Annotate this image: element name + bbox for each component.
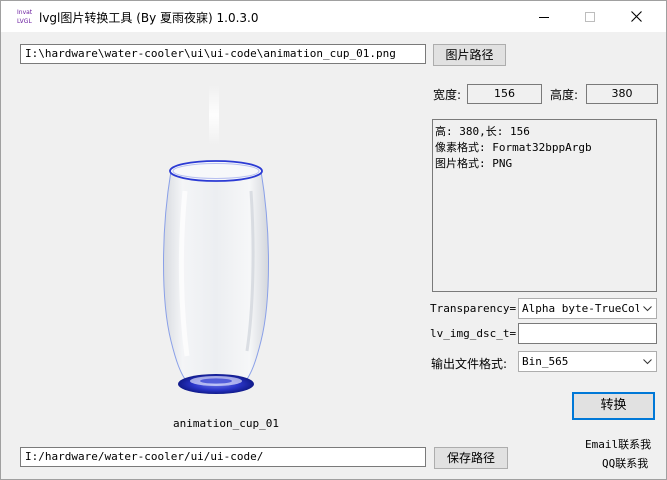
width-label: 宽度:	[433, 88, 462, 102]
title-bar[interactable]: Invat LVGL lvgl图片转换工具 (By 夏雨夜寐) 1.0.3.0	[1, 1, 666, 32]
info-line-size: 高: 380,长: 156	[435, 125, 530, 138]
convert-button[interactable]: 转换	[572, 392, 655, 420]
output-format-value: Bin_565	[522, 355, 569, 368]
svg-text:Invat: Invat	[17, 9, 33, 16]
preview-caption: animation_cup_01	[173, 417, 279, 430]
email-contact-link[interactable]: Email联系我	[585, 436, 651, 452]
chevron-down-icon	[639, 299, 656, 318]
close-button[interactable]	[613, 1, 659, 32]
maximize-button[interactable]	[567, 1, 613, 32]
glass-cup-image	[163, 85, 269, 394]
image-info-box[interactable]: 高: 380,长: 156 像素格式: Format32bppArgb 图片格式…	[432, 119, 657, 292]
dsc-input[interactable]	[518, 323, 657, 344]
svg-text:LVGL: LVGL	[17, 18, 32, 25]
minimize-icon	[539, 16, 549, 18]
close-icon	[630, 11, 642, 22]
image-path-input[interactable]: I:\hardware\water-cooler\ui\ui-code\anim…	[20, 44, 426, 64]
output-format-label: 输出文件格式:	[431, 357, 508, 371]
app-window: Invat LVGL lvgl图片转换工具 (By 夏雨夜寐) 1.0.3.0 …	[0, 0, 667, 480]
maximize-icon	[585, 11, 595, 22]
transparency-value: Alpha byte-TrueColor	[522, 302, 655, 315]
chevron-down-icon	[639, 352, 656, 371]
height-label: 高度:	[550, 88, 579, 102]
info-line-pixel-format: 像素格式: Format32bppArgb	[435, 141, 592, 154]
app-icon: Invat LVGL	[17, 9, 33, 25]
qq-contact-link[interactable]: QQ联系我	[602, 455, 648, 471]
save-path-button[interactable]: 保存路径	[434, 447, 508, 469]
output-format-select[interactable]: Bin_565	[518, 351, 657, 372]
height-field[interactable]: 380	[586, 84, 658, 104]
minimize-button[interactable]	[521, 1, 567, 32]
save-path-input[interactable]: I:/hardware/water-cooler/ui/ui-code/	[20, 447, 426, 467]
window-title: lvgl图片转换工具 (By 夏雨夜寐) 1.0.3.0	[39, 11, 259, 25]
image-path-button[interactable]: 图片路径	[433, 44, 506, 66]
info-line-image-format: 图片格式: PNG	[435, 157, 513, 170]
width-field[interactable]: 156	[467, 84, 542, 104]
transparency-select[interactable]: Alpha byte-TrueColor	[518, 298, 657, 319]
transparency-label: Transparency=	[430, 302, 517, 315]
dsc-label: lv_img_dsc_t=	[430, 327, 517, 340]
